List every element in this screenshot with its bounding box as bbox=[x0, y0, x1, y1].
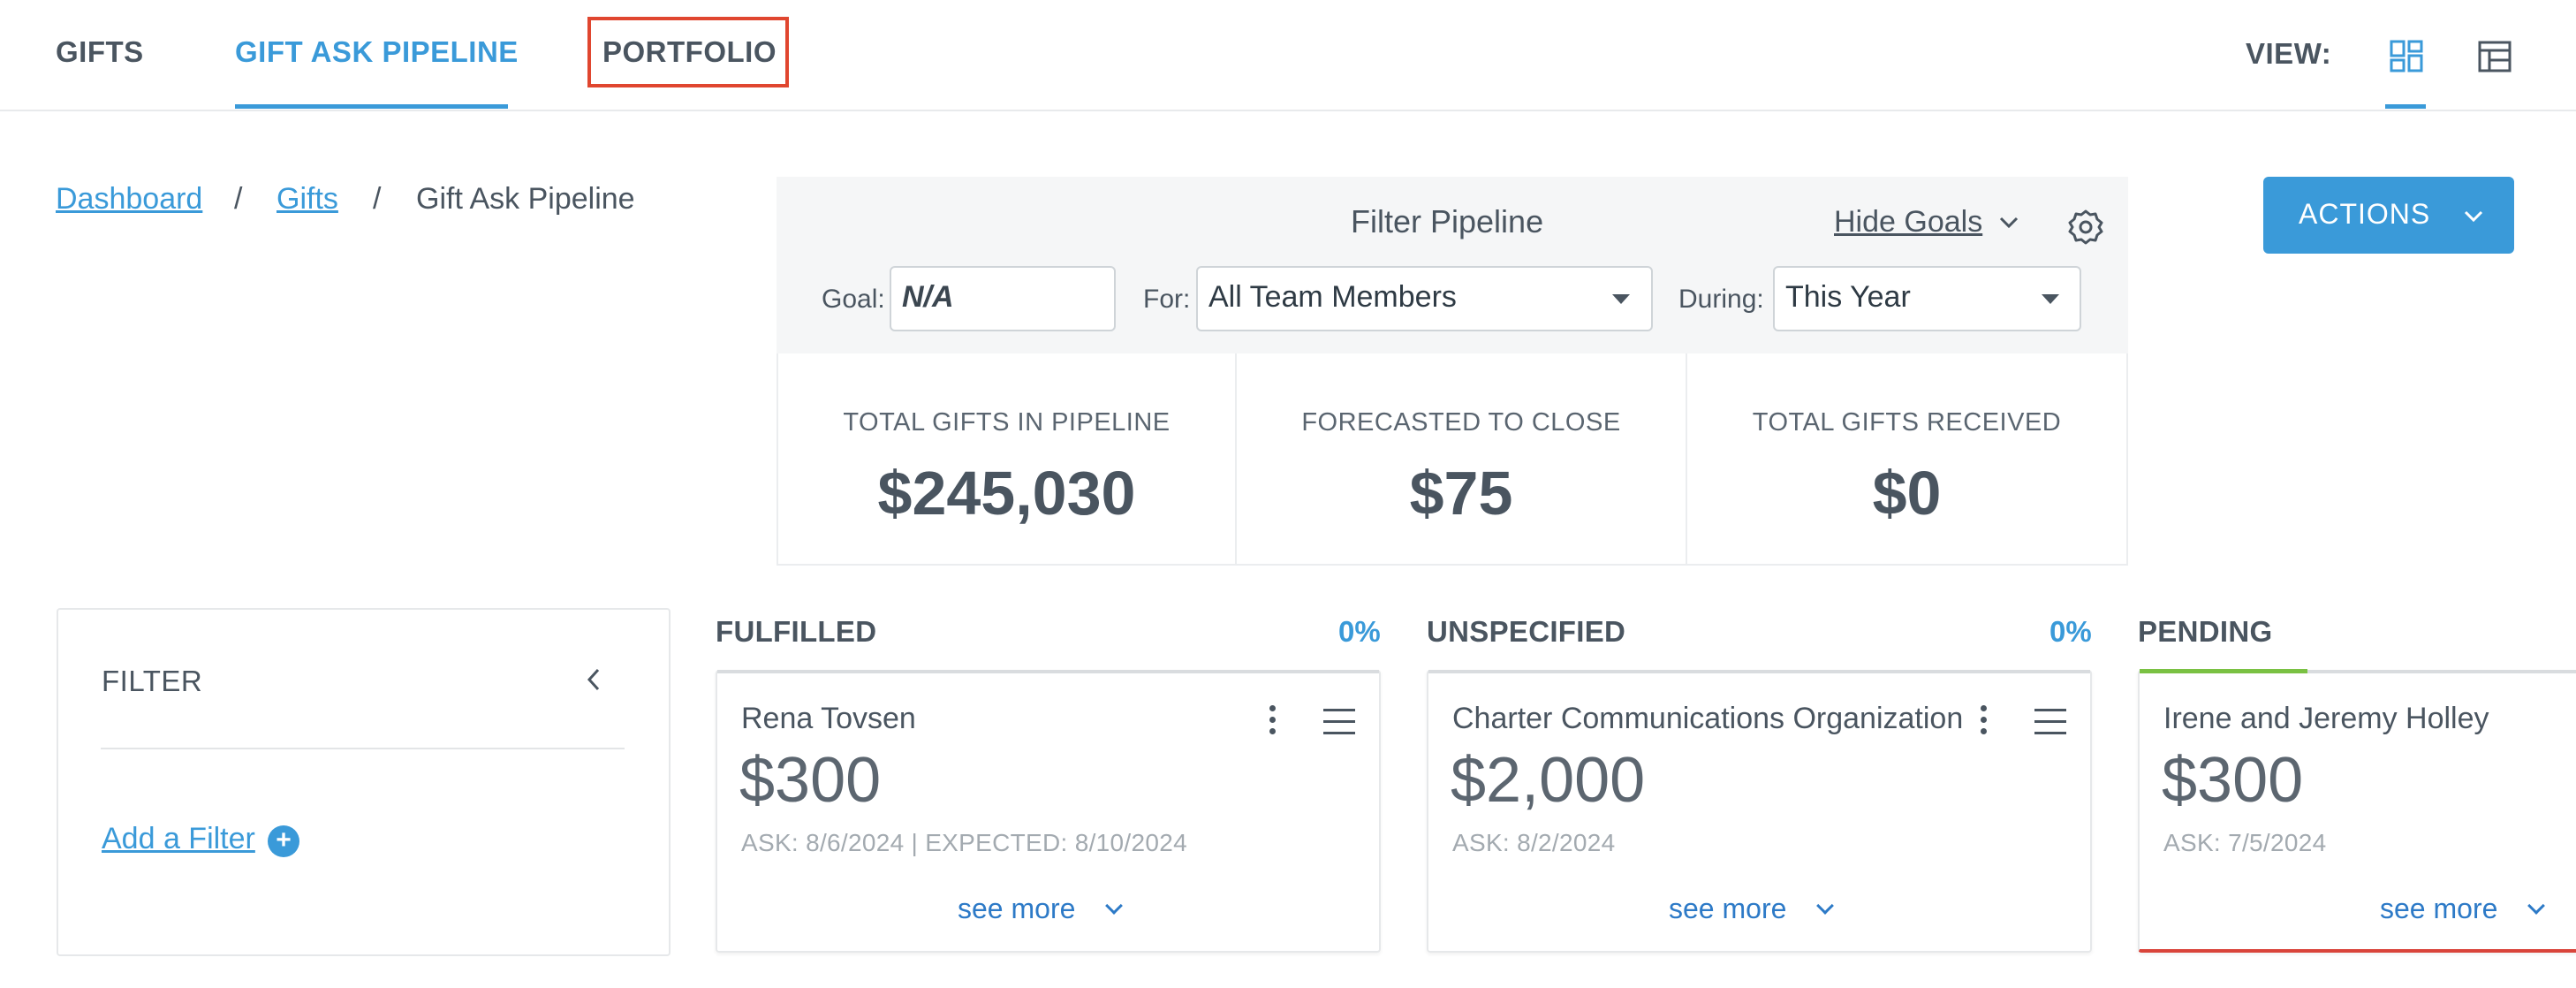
gift-card-dates: ASK: 8/2/2024 bbox=[1452, 829, 1616, 856]
view-indicator bbox=[2385, 104, 2426, 109]
total-received: TOTAL GIFTS RECEIVED $0 bbox=[1686, 353, 2126, 566]
goal-input[interactable]: N/A bbox=[890, 266, 1116, 331]
menu-icon[interactable] bbox=[1323, 709, 1355, 743]
dropdown-caret-icon bbox=[1612, 294, 1630, 304]
period-select-value: This Year bbox=[1785, 280, 1911, 314]
gift-card-dates: ASK: 8/6/2024 | EXPECTED: 8/10/2024 bbox=[741, 829, 1187, 856]
gift-card-amount: $300 bbox=[739, 745, 882, 816]
column-percent-fulfilled: 0% bbox=[1338, 615, 1381, 648]
total-pipeline-label: TOTAL GIFTS IN PIPELINE bbox=[843, 408, 1171, 437]
forecasted-close-label: FORECASTED TO CLOSE bbox=[1301, 408, 1621, 437]
total-received-label: TOTAL GIFTS RECEIVED bbox=[1752, 408, 2062, 437]
gear-icon[interactable] bbox=[2067, 209, 2104, 250]
gift-card-name[interactable]: Charter Communications Organization bbox=[1452, 702, 1974, 736]
total-received-value: $0 bbox=[1872, 459, 1942, 528]
add-filter-icon[interactable]: + bbox=[268, 825, 299, 857]
breadcrumb-gifts[interactable]: Gifts bbox=[277, 182, 338, 216]
breadcrumb: Dashboard bbox=[56, 182, 202, 217]
active-tab-indicator bbox=[235, 104, 508, 109]
collapse-chevron-icon[interactable] bbox=[583, 666, 604, 697]
forecasted-close-value: $75 bbox=[1409, 459, 1513, 528]
chevron-down-icon[interactable] bbox=[1998, 212, 2019, 238]
column-title-pending: PENDING bbox=[2138, 615, 2273, 648]
gift-card[interactable]: Charter Communications Organization $2,0… bbox=[1427, 670, 2092, 953]
card-progress-track bbox=[717, 670, 1379, 673]
breadcrumb-dashboard[interactable]: Dashboard bbox=[56, 182, 202, 216]
team-member-select-value: All Team Members bbox=[1208, 280, 1457, 314]
breadcrumb-separator: / bbox=[373, 182, 382, 216]
gift-card-dates: ASK: 7/5/2024 bbox=[2163, 829, 2327, 856]
card-progress-fill bbox=[2140, 669, 2307, 673]
chevron-down-icon bbox=[2464, 210, 2483, 223]
gift-card-name[interactable]: Irene and Jeremy Holley bbox=[2163, 702, 2489, 736]
hide-goals-link[interactable]: Hide Goals bbox=[1834, 205, 1982, 239]
column-title-unspecified: UNSPECIFIED bbox=[1427, 615, 1626, 648]
filter-sidebar bbox=[57, 608, 671, 956]
breadcrumb-gifts-wrap: Gifts bbox=[277, 182, 338, 217]
actions-button[interactable]: ACTIONS bbox=[2263, 177, 2514, 254]
actions-button-label: ACTIONS bbox=[2299, 198, 2431, 230]
chevron-down-icon bbox=[1816, 897, 1834, 915]
gift-card-amount: $2,000 bbox=[1451, 745, 1646, 816]
filter-title: FILTER bbox=[102, 665, 203, 697]
top-navigation: GIFTS GIFT ASK PIPELINE PORTFOLIO VIEW: bbox=[0, 0, 2576, 111]
view-label: VIEW: bbox=[2246, 37, 2332, 70]
breadcrumb-current: Gift Ask Pipeline bbox=[416, 182, 635, 216]
gift-card[interactable]: Rena Tovsen $300 ASK: 8/6/2024 | EXPECTE… bbox=[716, 670, 1381, 953]
column-title-fulfilled: FULFILLED bbox=[716, 615, 877, 648]
team-member-select[interactable]: All Team Members bbox=[1196, 266, 1653, 331]
gift-card-name[interactable]: Rena Tovsen bbox=[741, 702, 916, 736]
pipeline-totals: TOTAL GIFTS IN PIPELINE $245,030 FORECAS… bbox=[777, 353, 2128, 566]
for-label: For: bbox=[1143, 285, 1191, 314]
menu-icon[interactable] bbox=[2034, 709, 2066, 743]
dropdown-caret-icon bbox=[2042, 294, 2059, 304]
tab-gift-ask-pipeline[interactable]: GIFT ASK PIPELINE bbox=[235, 35, 519, 69]
more-options-icon[interactable] bbox=[1981, 705, 1988, 740]
during-label: During: bbox=[1678, 285, 1764, 314]
chevron-down-icon bbox=[2527, 897, 2545, 915]
goal-label: Goal: bbox=[822, 285, 885, 314]
board-view-icon[interactable] bbox=[2389, 39, 2424, 74]
gift-card-amount: $300 bbox=[2162, 745, 2304, 816]
more-options-icon[interactable] bbox=[1269, 705, 1277, 740]
table-view-icon[interactable] bbox=[2477, 39, 2512, 74]
add-filter-link[interactable]: Add a Filter bbox=[102, 822, 255, 856]
see-more-link[interactable]: see more bbox=[2380, 893, 2497, 925]
tab-gifts[interactable]: GIFTS bbox=[56, 35, 144, 69]
chevron-down-icon bbox=[1105, 897, 1123, 915]
period-select[interactable]: This Year bbox=[1773, 266, 2081, 331]
total-pipeline-value: $245,030 bbox=[877, 459, 1136, 528]
filter-divider bbox=[101, 748, 625, 749]
gift-card[interactable]: Irene and Jeremy Holley $300 ASK: 7/5/20… bbox=[2138, 669, 2576, 953]
see-more-link[interactable]: see more bbox=[1669, 893, 1786, 925]
card-progress-track bbox=[1428, 670, 2090, 673]
filter-pipeline-title: Filter Pipeline bbox=[1351, 203, 1544, 239]
see-more-link[interactable]: see more bbox=[958, 893, 1075, 925]
total-pipeline: TOTAL GIFTS IN PIPELINE $245,030 bbox=[778, 353, 1235, 566]
breadcrumb-separator: / bbox=[234, 182, 243, 216]
portfolio-highlight-box bbox=[587, 17, 789, 87]
forecasted-close: FORECASTED TO CLOSE $75 bbox=[1235, 353, 1686, 566]
column-percent-unspecified: 0% bbox=[2049, 615, 2092, 648]
